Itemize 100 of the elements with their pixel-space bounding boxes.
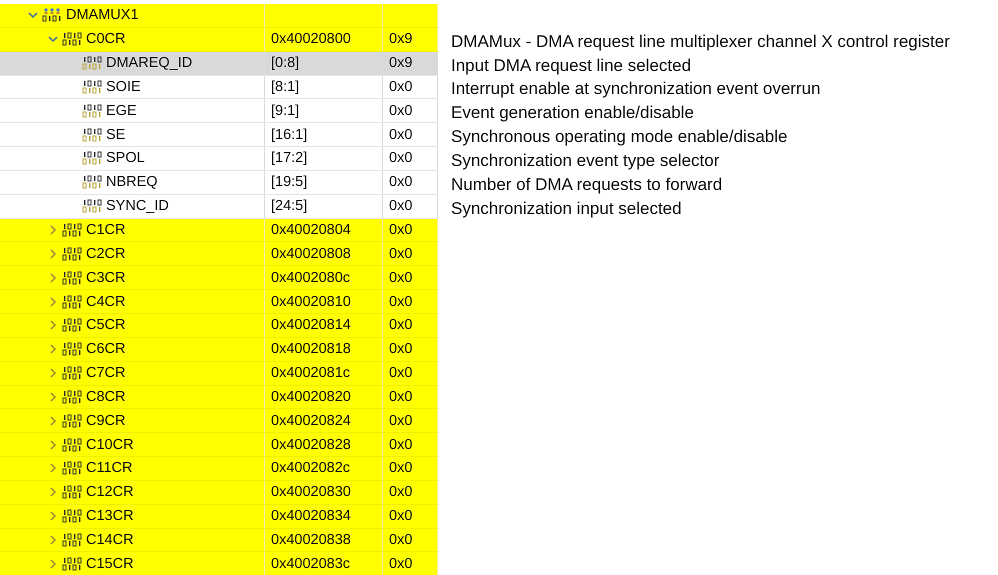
register-icon xyxy=(62,509,82,524)
register-address: 0x40020804 xyxy=(271,222,351,238)
expand-chevron-icon[interactable] xyxy=(48,440,58,450)
register-icon xyxy=(62,342,82,356)
register-address: 0x4002080c xyxy=(271,270,350,286)
register-name: NBREQ xyxy=(106,174,158,190)
tree-row[interactable]: DMAREQ_ID [0:8] 0x9 xyxy=(0,52,438,76)
expand-chevron-icon[interactable] xyxy=(48,344,58,354)
register-description: Event generation enable/disable xyxy=(451,102,695,124)
register-value: 0x0 xyxy=(389,317,412,334)
register-icon xyxy=(62,461,82,476)
collapse-chevron-icon[interactable] xyxy=(48,34,58,44)
register-name: C0CR xyxy=(86,31,126,48)
register-value: 0x0 xyxy=(389,222,412,238)
expand-chevron-icon[interactable] xyxy=(48,296,58,307)
expand-chevron-icon[interactable] xyxy=(48,487,58,498)
register-value: 0x0 xyxy=(389,365,412,382)
register-name: C2CR xyxy=(86,246,126,262)
expand-chevron-icon[interactable] xyxy=(48,368,58,378)
register-address: 0x40020828 xyxy=(271,436,351,453)
tree-row[interactable]: C10CR 0x40020828 0x0 xyxy=(0,433,438,458)
register-value: 0x0 xyxy=(389,102,412,119)
register-address: 0x40020810 xyxy=(271,294,351,310)
register-value: 0x0 xyxy=(389,556,412,572)
register-name: C15CR xyxy=(86,556,134,572)
tree-row[interactable]: EGE [9:1] 0x0 xyxy=(0,99,438,124)
expand-chevron-icon[interactable] xyxy=(48,320,58,330)
register-address: 0x40020814 xyxy=(271,317,351,334)
register-name: EGE xyxy=(106,102,137,119)
register-value: 0x0 xyxy=(389,484,412,500)
tree-row[interactable]: DMAMUX1 xyxy=(0,4,438,28)
register-name: C7CR xyxy=(86,365,126,382)
bit-range: [17:2] xyxy=(271,150,308,166)
register-address: 0x40020808 xyxy=(271,246,351,262)
tree-row[interactable]: C0CR 0x40020800 0x9 xyxy=(0,28,438,52)
register-name: C9CR xyxy=(86,412,126,429)
tree-row[interactable]: SOIE [8:1] 0x0 xyxy=(0,76,438,100)
tree-row[interactable]: C14CR 0x40020838 0x0 xyxy=(0,528,438,552)
field-icon xyxy=(82,199,102,214)
register-name: C8CR xyxy=(86,388,126,405)
register-icon xyxy=(62,294,82,309)
register-value: 0x0 xyxy=(389,294,412,310)
expand-chevron-icon[interactable] xyxy=(48,248,58,259)
register-address: 0x4002081c xyxy=(271,365,350,382)
expand-chevron-icon[interactable] xyxy=(48,225,58,236)
expand-chevron-icon[interactable] xyxy=(48,416,58,426)
register-name: SPOL xyxy=(106,150,145,166)
bit-range: [0:8] xyxy=(271,55,300,72)
register-value: 0x0 xyxy=(389,412,412,429)
tree-row[interactable]: C2CR 0x40020808 0x0 xyxy=(0,242,438,266)
field-icon xyxy=(82,56,102,70)
register-address: 0x40020838 xyxy=(271,532,351,548)
expand-chevron-icon[interactable] xyxy=(48,463,58,474)
register-description: Synchronization input selected xyxy=(451,198,683,220)
register-address: 0x40020824 xyxy=(271,412,351,429)
tree-row[interactable]: C3CR 0x4002080c 0x0 xyxy=(0,266,438,290)
register-value: 0x9 xyxy=(389,55,412,72)
expand-chevron-icon[interactable] xyxy=(48,392,58,402)
register-address: 0x4002082c xyxy=(271,460,350,476)
bit-range: [9:1] xyxy=(271,102,300,119)
register-icon xyxy=(62,414,82,428)
tree-row[interactable]: C11CR 0x4002082c 0x0 xyxy=(0,457,438,481)
register-address: 0x40020800 xyxy=(271,31,351,48)
register-value: 0x0 xyxy=(389,532,412,548)
tree-row[interactable]: C12CR 0x40020830 0x0 xyxy=(0,480,438,505)
bit-range: [8:1] xyxy=(271,78,300,95)
register-address: 0x40020834 xyxy=(271,508,351,524)
tree-row[interactable]: C9CR 0x40020824 0x0 xyxy=(0,409,438,434)
tree-row[interactable]: C7CR 0x4002081c 0x0 xyxy=(0,362,438,386)
tree-row[interactable]: C15CR 0x4002083c 0x0 xyxy=(0,552,438,575)
register-icon xyxy=(62,438,82,452)
register-value: 0x0 xyxy=(389,388,412,405)
register-address: 0x40020818 xyxy=(271,341,351,358)
register-address: 0x40020830 xyxy=(271,484,351,500)
tree-row[interactable]: C5CR 0x40020814 0x0 xyxy=(0,314,438,338)
expand-chevron-icon[interactable] xyxy=(48,558,58,569)
register-icon xyxy=(62,318,82,332)
register-icon xyxy=(62,246,82,261)
register-value: 0x9 xyxy=(389,31,412,48)
tree-row[interactable]: C13CR 0x40020834 0x0 xyxy=(0,504,438,529)
register-icon xyxy=(62,270,82,285)
collapse-chevron-icon[interactable] xyxy=(28,10,38,20)
tree-row[interactable]: C6CR 0x40020818 0x0 xyxy=(0,338,438,362)
tree-row[interactable]: SPOL [17:2] 0x0 xyxy=(0,147,438,171)
register-name: C4CR xyxy=(86,294,126,310)
expand-chevron-icon[interactable] xyxy=(48,272,58,283)
register-description: DMAMux - DMA request line multiplexer channel X control register xyxy=(451,30,950,53)
register-name: SYNC_ID xyxy=(106,198,169,214)
field-icon xyxy=(82,80,102,94)
expand-chevron-icon[interactable] xyxy=(48,534,58,545)
tree-row[interactable]: C8CR 0x40020820 0x0 xyxy=(0,386,438,410)
register-name: C12CR xyxy=(86,484,134,500)
register-address: 0x4002083c xyxy=(271,556,350,572)
tree-row[interactable]: SE [16:1] 0x0 xyxy=(0,123,438,148)
register-address: 0x40020820 xyxy=(271,388,351,405)
peripheral-icon xyxy=(42,8,62,22)
tree-row[interactable]: C4CR 0x40020810 0x0 xyxy=(0,290,438,314)
tree-row[interactable]: C1CR 0x40020804 0x0 xyxy=(0,218,438,242)
expand-chevron-icon[interactable] xyxy=(48,511,58,522)
tree-row[interactable]: NBREQ [19:5] 0x0 xyxy=(0,170,438,195)
